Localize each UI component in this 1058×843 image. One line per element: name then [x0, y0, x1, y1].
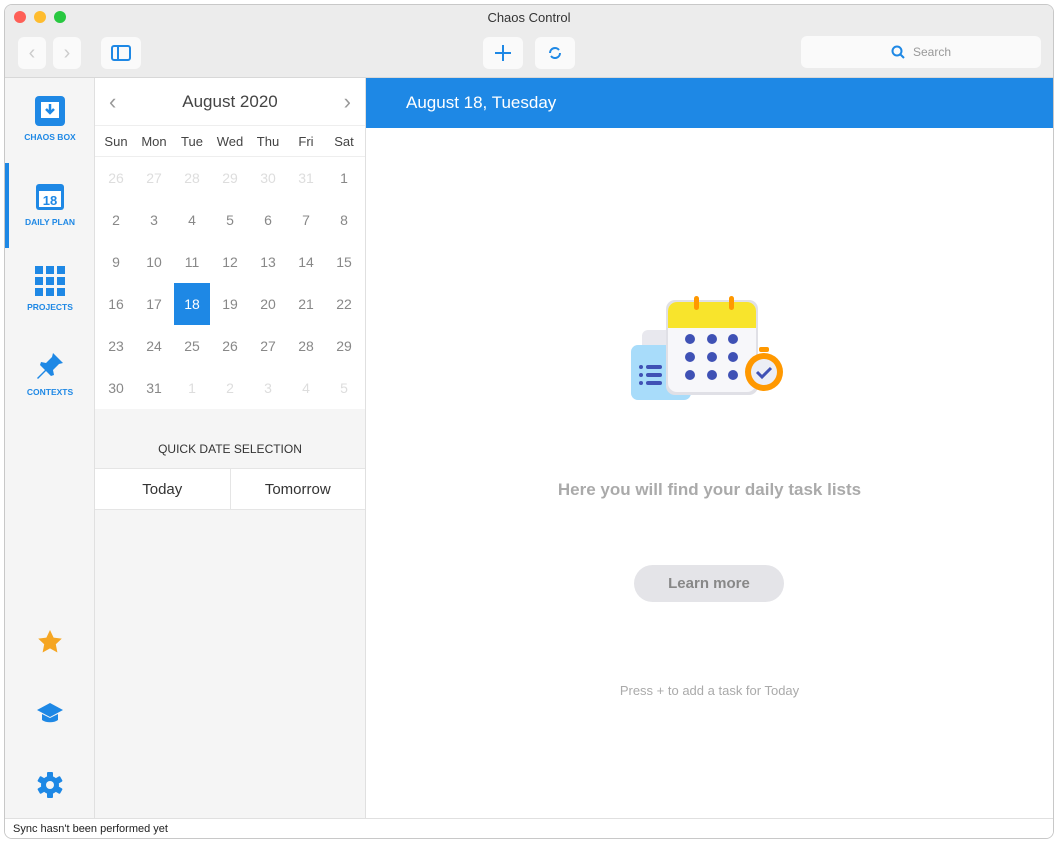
day-cell[interactable]: 25 [173, 325, 211, 367]
day-cell[interactable]: 12 [211, 241, 249, 283]
day-cell[interactable]: 18 [174, 283, 210, 325]
grid-icon [35, 266, 65, 296]
day-cell[interactable]: 4 [173, 199, 211, 241]
day-cell[interactable]: 6 [249, 199, 287, 241]
settings-button[interactable] [5, 771, 95, 805]
main-content: August 18, Tuesday Here you will find yo… [366, 78, 1053, 818]
window-title: Chaos Control [487, 10, 571, 25]
day-cell[interactable]: 4 [287, 367, 325, 409]
nav-daily-plan[interactable]: 18 DAILY PLAN [5, 181, 95, 227]
plus-icon [495, 45, 511, 61]
forward-button[interactable]: › [53, 37, 81, 69]
day-cell[interactable]: 17 [135, 283, 173, 325]
titlebar: Chaos Control ‹ › Search [5, 5, 1053, 78]
day-cell[interactable]: 30 [249, 157, 287, 199]
svg-text:18: 18 [43, 193, 57, 208]
add-button[interactable] [483, 37, 523, 69]
day-cell[interactable]: 5 [325, 367, 363, 409]
search-icon [891, 45, 905, 59]
day-cell[interactable]: 3 [249, 367, 287, 409]
weekday-label: Tue [181, 133, 203, 149]
day-cell[interactable]: 1 [173, 367, 211, 409]
today-button[interactable]: Today [95, 469, 230, 509]
pin-icon [37, 353, 63, 379]
day-cell[interactable]: 28 [287, 325, 325, 367]
refresh-icon [549, 47, 561, 59]
sidebar-icon [111, 45, 131, 61]
day-cell[interactable]: 29 [211, 157, 249, 199]
day-cell[interactable]: 16 [97, 283, 135, 325]
chevron-left-icon: ‹ [28, 41, 36, 64]
day-cell[interactable]: 27 [249, 325, 287, 367]
day-cell[interactable]: 11 [173, 241, 211, 283]
chevron-right-icon: › [63, 41, 71, 64]
calendar-icon: 18 [36, 184, 64, 210]
nav-projects[interactable]: PROJECTS [5, 266, 95, 312]
day-cell[interactable]: 22 [325, 283, 363, 325]
day-cell[interactable]: 19 [211, 283, 249, 325]
weekday-header: Sun Mon Tue Wed Thu Fri Sat [95, 125, 365, 157]
learn-more-button[interactable]: Learn more [634, 565, 784, 602]
day-cell[interactable]: 8 [325, 199, 363, 241]
day-cell[interactable]: 31 [287, 157, 325, 199]
date-header: August 18, Tuesday [366, 78, 1053, 128]
star-icon [38, 630, 62, 653]
day-cell[interactable]: 26 [97, 157, 135, 199]
day-cell[interactable]: 2 [97, 199, 135, 241]
favorites-button[interactable] [5, 628, 95, 662]
day-cell[interactable]: 30 [97, 367, 135, 409]
day-grid: 26 27 28 29 30 31 1 2 3 4 5 6 7 8 9 10 11 12 13 14 15 16 17 18 1… [95, 157, 365, 409]
day-cell[interactable]: 21 [287, 283, 325, 325]
inbox-icon [35, 96, 65, 126]
day-cell[interactable]: 2 [211, 367, 249, 409]
app-window: Chaos Control ‹ › Search CHAOS BOX 18 DAI… [4, 4, 1054, 839]
back-button[interactable]: ‹ [18, 37, 46, 69]
search-placeholder: Search [912, 45, 952, 59]
add-task-hint: Press + to add a task for Today [619, 683, 800, 698]
day-cell[interactable]: 13 [249, 241, 287, 283]
day-cell[interactable]: 23 [97, 325, 135, 367]
search-input[interactable]: Search [801, 36, 1041, 68]
prev-month-button[interactable]: ‹ [109, 89, 116, 115]
tomorrow-button[interactable]: Tomorrow [229, 469, 366, 509]
nav-contexts[interactable]: CONTEXTS [5, 351, 95, 397]
day-cell[interactable]: 15 [325, 241, 363, 283]
graduation-cap-icon [37, 703, 63, 723]
weekday-label: Sun [104, 133, 128, 149]
calendar-panel: ‹ August 2020 › Sun Mon Tue Wed Thu Fri Sat 26 27… [95, 78, 366, 818]
day-cell[interactable]: 31 [135, 367, 173, 409]
day-cell[interactable]: 3 [135, 199, 173, 241]
day-cell[interactable]: 28 [173, 157, 211, 199]
next-month-button[interactable]: › [344, 89, 351, 115]
calendar-clock-illustration [631, 296, 783, 400]
day-cell[interactable]: 27 [135, 157, 173, 199]
weekday-label: Wed [216, 133, 244, 149]
sync-button[interactable] [535, 37, 575, 69]
day-cell[interactable]: 1 [325, 157, 363, 199]
day-cell[interactable]: 9 [97, 241, 135, 283]
status-bar: Sync hasn't been performed yet [5, 818, 1053, 838]
weekday-label: Thu [256, 133, 280, 149]
toggle-sidebar-button[interactable] [101, 37, 141, 69]
nav-sidebar: CHAOS BOX 18 DAILY PLAN PROJECTS CONTEXTS [5, 78, 95, 818]
day-cell[interactable]: 10 [135, 241, 173, 283]
day-cell[interactable]: 7 [287, 199, 325, 241]
month-label: August 2020 [182, 91, 278, 111]
gear-icon [37, 772, 63, 798]
weekday-label: Fri [298, 133, 314, 149]
day-cell[interactable]: 5 [211, 199, 249, 241]
day-cell[interactable]: 14 [287, 241, 325, 283]
learn-button[interactable] [5, 701, 95, 731]
day-cell[interactable]: 24 [135, 325, 173, 367]
day-cell[interactable]: 20 [249, 283, 287, 325]
nav-chaos-box[interactable]: CHAOS BOX [5, 96, 95, 142]
day-cell[interactable]: 29 [325, 325, 363, 367]
day-cell[interactable]: 26 [211, 325, 249, 367]
weekday-label: Mon [141, 133, 167, 149]
weekday-label: Sat [334, 133, 354, 149]
quick-date-title: QUICK DATE SELECTION [158, 442, 302, 456]
empty-state-message: Here you will find your daily task lists [557, 480, 862, 499]
